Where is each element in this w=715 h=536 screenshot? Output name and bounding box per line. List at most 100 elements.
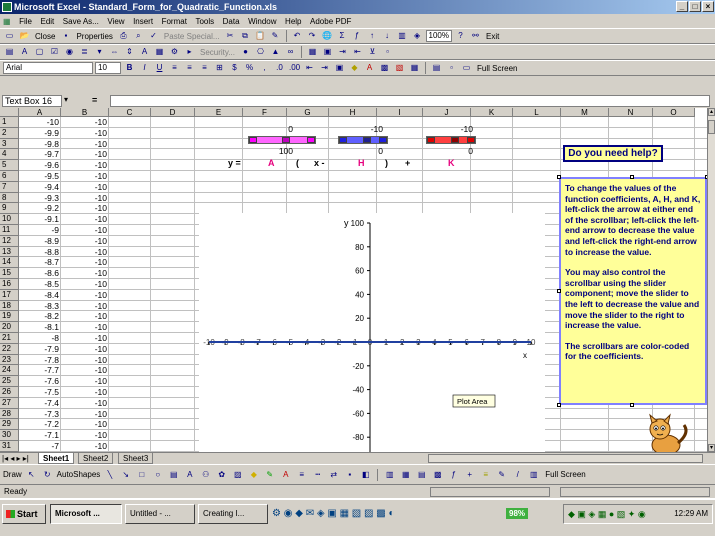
line-style-icon[interactable]: ≡: [295, 468, 309, 481]
row-header[interactable]: 5: [0, 160, 19, 171]
k-scrollbar[interactable]: [426, 136, 476, 144]
column-header-e[interactable]: E: [195, 108, 243, 117]
cell-a[interactable]: -8.6: [19, 268, 59, 279]
axis-icon[interactable]: ▦: [399, 468, 413, 481]
row-header[interactable]: 27: [0, 397, 19, 409]
k-slider-thumb[interactable]: [451, 137, 459, 143]
row-header[interactable]: 30: [0, 430, 19, 441]
binoculars-icon[interactable]: ⚯: [468, 30, 482, 42]
label-icon[interactable]: A: [18, 46, 31, 58]
horizontal-scrollbar[interactable]: [428, 454, 703, 463]
autosum-icon[interactable]: Σ: [335, 30, 349, 42]
picture-icon[interactable]: ▨: [231, 468, 245, 481]
cell-a[interactable]: -8.2: [19, 311, 59, 322]
row-header[interactable]: 9: [0, 203, 19, 215]
shadow-icon[interactable]: ▪: [343, 468, 357, 481]
copy-icon[interactable]: ⧉: [238, 30, 252, 42]
checkbox-icon[interactable]: ☑: [48, 46, 61, 58]
cell-a[interactable]: -7.8: [19, 355, 59, 366]
row-header[interactable]: 31: [0, 441, 19, 452]
link-icon[interactable]: ∞: [283, 46, 297, 58]
cell-a[interactable]: -8: [19, 333, 59, 344]
cell-b[interactable]: -10: [61, 236, 107, 247]
record-icon[interactable]: ●: [238, 46, 252, 58]
menu-edit[interactable]: Edit: [37, 15, 57, 29]
cell-a[interactable]: -9: [19, 225, 59, 236]
cell-a[interactable]: -9.5: [19, 171, 59, 182]
minimize-button[interactable]: _: [676, 1, 688, 12]
column-header-c[interactable]: C: [109, 108, 151, 117]
cell-a[interactable]: -9.4: [19, 182, 59, 193]
sheet-icon[interactable]: ▫: [445, 62, 458, 74]
selection-handle[interactable]: [630, 403, 634, 407]
help-button[interactable]: Do you need help?: [563, 145, 663, 162]
help-text-box[interactable]: To change the values of the function coe…: [559, 177, 707, 405]
row-header[interactable]: 28: [0, 408, 19, 420]
row-header[interactable]: 18: [0, 300, 19, 312]
cell-b[interactable]: -10: [61, 225, 107, 236]
row-header[interactable]: 29: [0, 419, 19, 431]
column-header-i[interactable]: I: [377, 108, 423, 117]
properties-icon[interactable]: ▦: [153, 46, 166, 58]
cell-a[interactable]: -9.9: [19, 128, 59, 139]
font-size-select[interactable]: 10: [95, 62, 121, 74]
cell-a[interactable]: -8.5: [19, 279, 59, 290]
sort-descending-icon[interactable]: ↓: [380, 30, 394, 42]
align-left-icon[interactable]: ≡: [168, 62, 181, 74]
cell-b[interactable]: -10: [61, 128, 107, 139]
highlight-icon[interactable]: ≡: [479, 468, 493, 481]
row-header[interactable]: 8: [0, 192, 19, 204]
row-header[interactable]: 25: [0, 376, 19, 387]
menu-data[interactable]: Data: [220, 15, 243, 29]
print-preview-icon[interactable]: ⌕: [131, 30, 145, 42]
row-header[interactable]: 14: [0, 257, 19, 269]
a-increase-arrow[interactable]: [307, 137, 315, 143]
taskbar-item-creating[interactable]: Creating I...: [198, 504, 268, 524]
row-header[interactable]: 12: [0, 235, 19, 247]
cell-b[interactable]: -10: [61, 268, 107, 279]
list-box-icon[interactable]: ≣: [78, 46, 91, 58]
cell-b[interactable]: -10: [61, 171, 107, 182]
tab-sheet3[interactable]: Sheet3: [118, 453, 154, 464]
plus-icon[interactable]: +: [463, 468, 477, 481]
workbook-icon[interactable]: ▦: [0, 15, 14, 29]
cell-b[interactable]: -10: [61, 182, 107, 193]
legend-icon[interactable]: ▤: [415, 468, 429, 481]
arrow-style-icon[interactable]: ⇄: [327, 468, 341, 481]
visual-basic-icon[interactable]: ⎔: [253, 46, 267, 58]
column-header-o[interactable]: O: [653, 108, 695, 117]
cell-b[interactable]: -10: [61, 398, 107, 409]
chart-area[interactable]: 10080604020-20-40-60-80-100-10-9-8-7-6-5…: [199, 213, 545, 452]
cell-a[interactable]: -7.6: [19, 376, 59, 387]
cell-a[interactable]: -7.7: [19, 365, 59, 376]
hyperlink-icon[interactable]: 🌐: [320, 30, 334, 42]
full-screen-button[interactable]: Full Screen: [475, 64, 519, 73]
name-box-dropdown-icon[interactable]: ▾: [64, 95, 68, 104]
row-header[interactable]: 22: [0, 343, 19, 355]
save-icon[interactable]: ▪: [59, 30, 73, 42]
3d-icon[interactable]: ◧: [359, 468, 373, 481]
row-header[interactable]: 15: [0, 268, 19, 279]
fx-icon[interactable]: =: [92, 95, 97, 105]
row-header[interactable]: 11: [0, 225, 19, 236]
rectangle-icon[interactable]: □: [135, 468, 149, 481]
undo-icon[interactable]: ↶: [290, 30, 304, 42]
k-decrease-arrow[interactable]: [427, 137, 435, 143]
line-color-icon[interactable]: ✎: [263, 468, 277, 481]
fx-draw-icon[interactable]: ƒ: [447, 468, 461, 481]
cell-a[interactable]: -7.2: [19, 419, 59, 430]
row-header[interactable]: 17: [0, 289, 19, 301]
cell-b[interactable]: -10: [61, 247, 107, 258]
bold-icon[interactable]: B: [123, 62, 136, 74]
menu-insert[interactable]: Insert: [130, 15, 156, 29]
security-button[interactable]: Security...: [198, 48, 237, 57]
formula-input[interactable]: [110, 95, 710, 107]
row-header[interactable]: 24: [0, 365, 19, 377]
selection-handle[interactable]: [557, 403, 561, 407]
borders-icon[interactable]: ▣: [333, 62, 346, 74]
align-right-icon[interactable]: ≡: [198, 62, 211, 74]
column-header-g[interactable]: G: [287, 108, 329, 117]
row-header[interactable]: 2: [0, 127, 19, 139]
line-icon[interactable]: ╲: [103, 468, 117, 481]
a-slider-thumb[interactable]: [282, 137, 290, 143]
